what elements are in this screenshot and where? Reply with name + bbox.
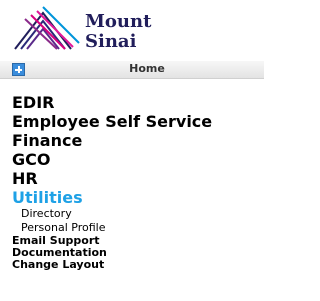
logo-line-1: Mount	[85, 11, 152, 32]
home-link[interactable]: Home	[0, 62, 264, 75]
menu-item-edir[interactable]: EDIR	[12, 93, 212, 112]
logo-line-2: Sinai	[85, 31, 137, 52]
home-bar: Home	[0, 61, 264, 79]
menu-item-finance[interactable]: Finance	[12, 131, 212, 150]
submenu-item-directory[interactable]: Directory	[12, 207, 212, 221]
menu-item-employee-self-service[interactable]: Employee Self Service	[12, 112, 212, 131]
nav-menu: EDIR Employee Self Service Finance GCO H…	[12, 93, 212, 271]
logo-wordmark: Mount Sinai	[85, 12, 151, 52]
menu-item-utilities[interactable]: Utilities	[12, 188, 212, 207]
submenu-item-personal-profile[interactable]: Personal Profile	[12, 221, 212, 235]
mount-sinai-logo[interactable]: Mount Sinai	[13, 3, 183, 59]
menu-item-hr[interactable]: HR	[12, 169, 212, 188]
mount-sinai-logo-mark	[14, 6, 80, 50]
menu-item-gco[interactable]: GCO	[12, 150, 212, 169]
link-change-layout[interactable]: Change Layout	[12, 259, 212, 271]
